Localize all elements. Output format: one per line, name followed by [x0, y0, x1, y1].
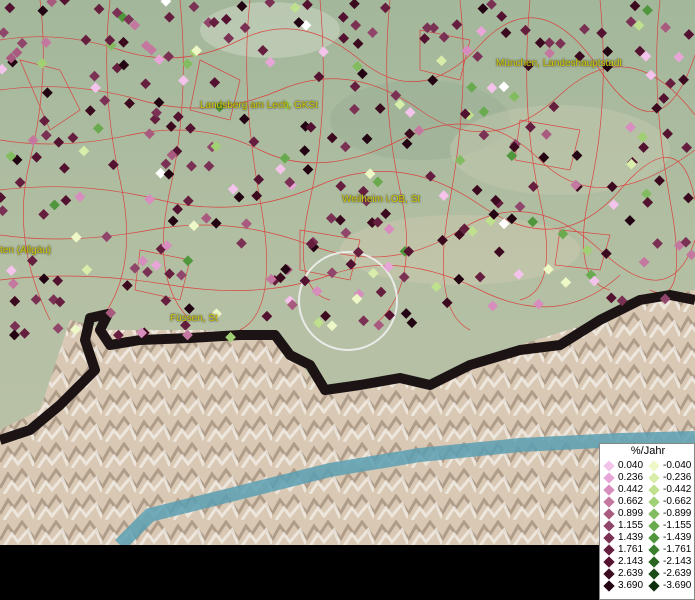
- legend-swatch: [603, 460, 615, 472]
- legend-value: -3.690: [663, 580, 692, 591]
- map-canvas[interactable]: München, Landeshauptstadt Landsberg am L…: [0, 0, 695, 545]
- legend-swatch: [603, 580, 615, 592]
- legend-swatch: [603, 496, 615, 508]
- legend-value: 0.236: [618, 472, 644, 483]
- legend-title: %/Jahr: [630, 445, 666, 457]
- legend-value: -1.439: [663, 532, 692, 543]
- legend-swatch: [603, 544, 615, 556]
- legend-swatch: [648, 520, 660, 532]
- place-label-weilheim: Weilheim i.OB, St: [342, 194, 421, 205]
- legend-swatch: [603, 568, 615, 580]
- legend-swatch: [603, 556, 615, 568]
- legend-swatch: [648, 508, 660, 520]
- legend-value: 0.442: [618, 484, 644, 495]
- place-label-kempten: ten (Allgäu): [0, 245, 52, 256]
- place-label-fuessen: Füssen, St: [170, 313, 218, 324]
- legend-value: -0.662: [663, 496, 692, 507]
- legend-swatch: [603, 484, 615, 496]
- legend-swatch: [603, 508, 615, 520]
- legend-value: 2.143: [618, 556, 644, 567]
- legend-value: -2.143: [663, 556, 692, 567]
- place-label-landsberg: Landsberg am Lech, GKSt: [200, 100, 318, 111]
- legend-swatch: [648, 544, 660, 556]
- legend-swatch: [603, 472, 615, 484]
- legend-value: -2.639: [663, 568, 692, 579]
- legend-value: -0.040: [663, 460, 692, 471]
- legend-swatch: [603, 532, 615, 544]
- place-label-muenchen: München, Landeshauptstadt: [496, 58, 623, 69]
- legend-value: -1.761: [663, 544, 692, 555]
- legend-swatch: [648, 484, 660, 496]
- legend-swatch: [648, 580, 660, 592]
- legend-value: 1.761: [618, 544, 644, 555]
- legend-value: 0.040: [618, 460, 644, 471]
- legend-swatch: [648, 472, 660, 484]
- legend-swatch: [648, 532, 660, 544]
- legend-value: 3.690: [618, 580, 644, 591]
- legend-value: 2.639: [618, 568, 644, 579]
- legend-value: -1.155: [663, 520, 692, 531]
- legend-swatch: [648, 568, 660, 580]
- legend-value: 0.662: [618, 496, 644, 507]
- legend-swatch: [648, 460, 660, 472]
- legend-swatch: [603, 520, 615, 532]
- legend-value: -0.236: [663, 472, 692, 483]
- legend-value: -0.899: [663, 508, 692, 519]
- legend-swatch: [648, 496, 660, 508]
- map-viewport[interactable]: München, Landeshauptstadt Landsberg am L…: [0, 0, 695, 600]
- map-legend: %/Jahr 0.040 -0.040 0.236 -0.236 0.442 -0.442…: [599, 443, 695, 600]
- legend-value: -0.442: [663, 484, 692, 495]
- legend-swatch: [648, 556, 660, 568]
- legend-value: 0.899: [618, 508, 644, 519]
- legend-value: 1.155: [618, 520, 644, 531]
- terrain-svg: [0, 0, 695, 545]
- legend-value: 1.439: [618, 532, 644, 543]
